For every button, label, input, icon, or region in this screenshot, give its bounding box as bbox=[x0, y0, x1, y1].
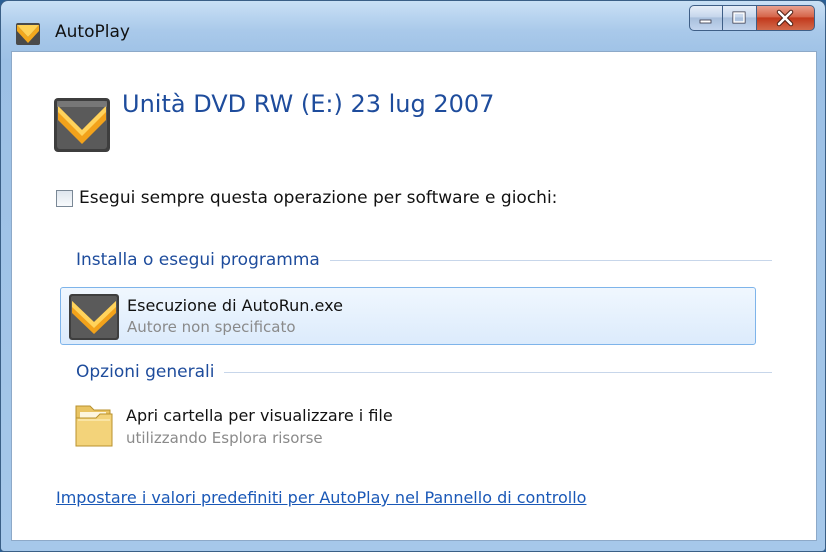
caption-buttons bbox=[689, 5, 815, 33]
drive-title: Unità DVD RW (E:) 23 lug 2007 bbox=[122, 90, 495, 118]
autoplay-icon bbox=[16, 23, 40, 45]
section-heading: Opzioni generali bbox=[76, 362, 215, 382]
minimize-button[interactable] bbox=[689, 5, 723, 31]
autoplay-window: AutoPlay Unità DVD RW (E:) 23 lug 2007 E… bbox=[0, 0, 826, 552]
autorun-app-icon bbox=[69, 294, 119, 340]
dialog-content: Unità DVD RW (E:) 23 lug 2007 Esegui sem… bbox=[11, 51, 817, 541]
section-general-options: Opzioni generali bbox=[76, 362, 772, 382]
autoplay-defaults-link[interactable]: Impostare i valori predefiniti per AutoP… bbox=[56, 488, 586, 507]
maximize-button[interactable] bbox=[723, 5, 757, 31]
title-bar[interactable]: AutoPlay bbox=[1, 1, 825, 51]
always-do-this-row[interactable]: Esegui sempre questa operazione per soft… bbox=[56, 188, 557, 208]
option-subtitle: Autore non specificato bbox=[127, 318, 296, 336]
always-do-this-label[interactable]: Esegui sempre questa operazione per soft… bbox=[79, 188, 557, 208]
maximize-icon bbox=[732, 11, 746, 24]
section-divider bbox=[224, 371, 772, 373]
option-title: Apri cartella per visualizzare i file bbox=[126, 406, 393, 425]
close-button[interactable] bbox=[757, 5, 815, 31]
window-title: AutoPlay bbox=[55, 22, 130, 42]
section-install-run: Installa o esegui programma bbox=[76, 250, 772, 270]
option-subtitle: utilizzando Esplora risorse bbox=[126, 429, 323, 447]
option-title: Esecuzione di AutoRun.exe bbox=[127, 296, 343, 315]
section-heading: Installa o esegui programma bbox=[76, 250, 320, 270]
minimize-icon bbox=[699, 19, 712, 24]
close-icon bbox=[776, 9, 794, 27]
option-open-folder[interactable]: Apri cartella per visualizzare i file ut… bbox=[60, 392, 756, 456]
section-divider bbox=[329, 259, 772, 261]
always-do-this-checkbox[interactable] bbox=[56, 189, 73, 207]
option-run-autorun[interactable]: Esecuzione di AutoRun.exe Autore non spe… bbox=[60, 287, 756, 345]
folder-icon bbox=[75, 405, 113, 447]
autorun-drive-icon bbox=[54, 98, 110, 152]
